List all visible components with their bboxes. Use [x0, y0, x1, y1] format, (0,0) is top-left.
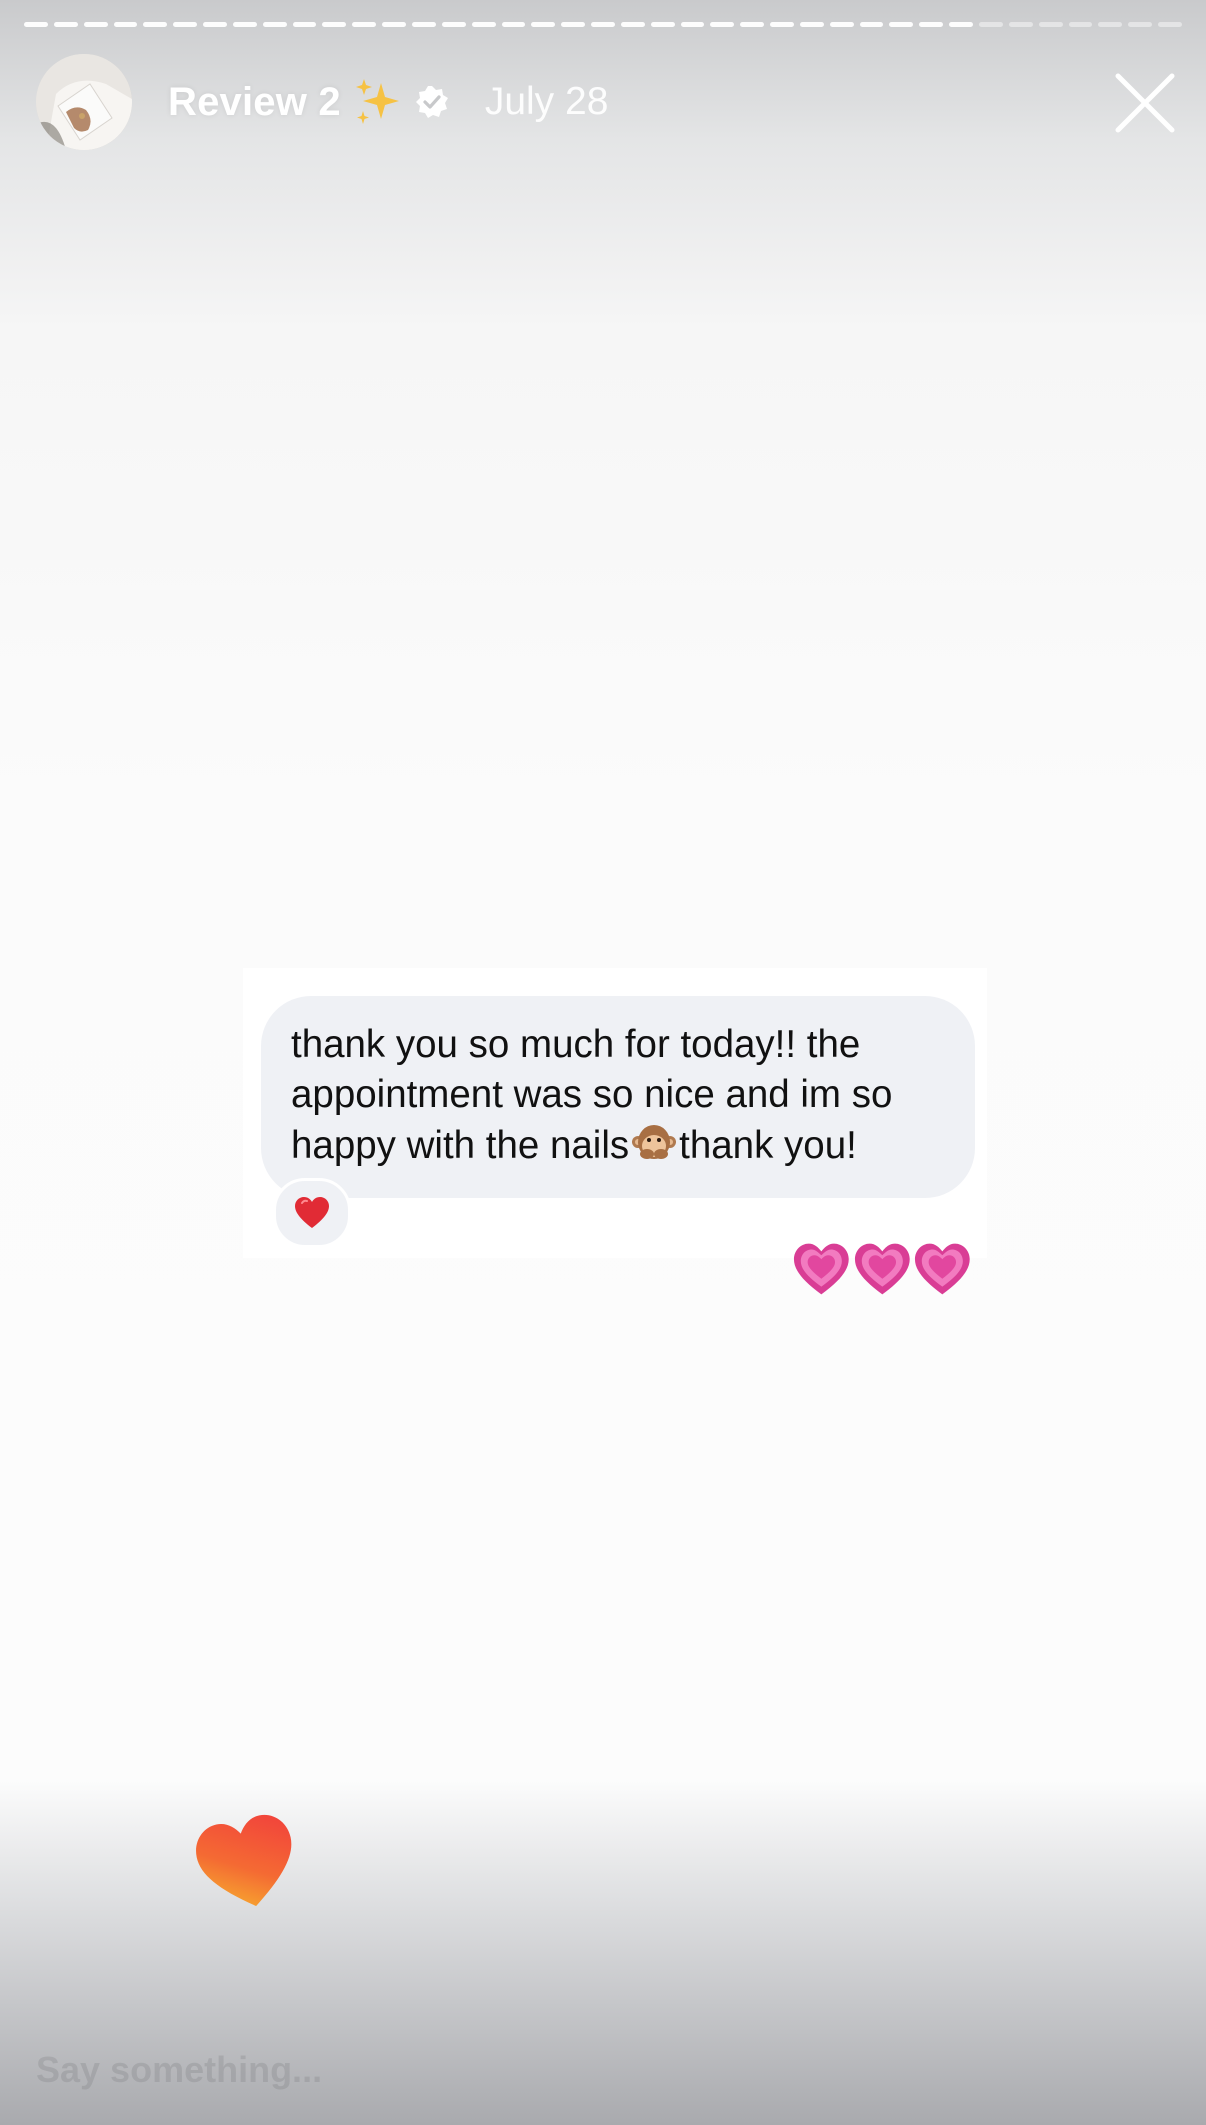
- heart-like-icon: [196, 1814, 292, 1907]
- story-viewer[interactable]: Review 2 July 28 thank you so much for t…: [0, 0, 1206, 2125]
- story-date: July 28: [484, 80, 609, 123]
- reply-placeholder: Say something...: [36, 2049, 323, 2090]
- progress-segment: [770, 22, 794, 27]
- progress-segment: [1008, 22, 1033, 27]
- progress-segment: [173, 22, 198, 27]
- progress-segment: [859, 22, 884, 27]
- red-heart-icon: [295, 1197, 329, 1228]
- story-title[interactable]: Review 2: [168, 80, 341, 125]
- progress-segment: [680, 22, 705, 27]
- progress-segment: [591, 22, 615, 27]
- growing-heart-icon: [915, 1243, 971, 1295]
- message-line-3: happy with the nails thank you!: [291, 1120, 945, 1171]
- progress-segment: [740, 22, 765, 27]
- reply-input[interactable]: Say something...: [36, 2045, 936, 2095]
- profile-avatar[interactable]: [36, 54, 132, 150]
- avatar-image: [36, 54, 132, 150]
- sparkles-icon: [351, 75, 405, 129]
- close-button[interactable]: [1112, 70, 1178, 136]
- progress-segment: [799, 22, 824, 27]
- progress-segment: [232, 22, 257, 27]
- message-line-2: appointment was so nice and im so: [291, 1073, 893, 1116]
- growing-heart-icon: [854, 1243, 910, 1295]
- progress-segment: [53, 22, 78, 27]
- progress-segment: [382, 22, 406, 27]
- progress-segment: [24, 22, 48, 27]
- message-line-3-end: thank you!: [679, 1124, 857, 1167]
- progress-segment: [1128, 22, 1153, 27]
- progress-segment: [979, 22, 1003, 27]
- progress-segment: [1158, 22, 1182, 27]
- progress-segment: [411, 22, 436, 27]
- progress-segment: [1098, 22, 1123, 27]
- progress-segment: [352, 22, 377, 27]
- message-line-1: thank you so much for today!! the: [291, 1023, 861, 1066]
- progress-segment: [292, 22, 317, 27]
- speak-no-evil-monkey-icon: [631, 1120, 677, 1166]
- story-header: Review 2 July 28: [168, 72, 608, 132]
- progress-segment: [710, 22, 735, 27]
- progress-segment: [1068, 22, 1093, 27]
- message-line-3-start: happy with the nails: [291, 1124, 630, 1167]
- reply-emoji-row: [792, 1240, 972, 1300]
- story-progress-bar: [24, 22, 1182, 28]
- progress-segment: [471, 22, 496, 27]
- message-bubble: thank you so much for today!! the appoin…: [261, 996, 975, 1198]
- progress-segment: [262, 22, 287, 27]
- progress-segment: [501, 22, 526, 27]
- verified-badge-icon: [415, 85, 449, 119]
- progress-segment: [829, 22, 854, 27]
- message-screenshot: thank you so much for today!! the appoin…: [243, 968, 987, 1258]
- progress-segment: [889, 22, 914, 27]
- progress-segment: [1038, 22, 1063, 27]
- progress-segment: [949, 22, 973, 27]
- progress-segment: [919, 22, 944, 27]
- progress-segment: [620, 22, 645, 27]
- progress-segment: [83, 22, 108, 27]
- message-reaction[interactable]: [273, 1178, 351, 1248]
- progress-segment: [203, 22, 227, 27]
- progress-segment: [441, 22, 466, 27]
- progress-segment: [113, 22, 138, 27]
- progress-segment: [322, 22, 347, 27]
- progress-segment: [650, 22, 675, 27]
- progress-segment: [143, 22, 168, 27]
- growing-heart-icon: [793, 1243, 849, 1295]
- progress-segment: [561, 22, 586, 27]
- close-icon: [1115, 73, 1175, 133]
- progress-segment: [531, 22, 556, 27]
- like-button[interactable]: [187, 1805, 307, 1920]
